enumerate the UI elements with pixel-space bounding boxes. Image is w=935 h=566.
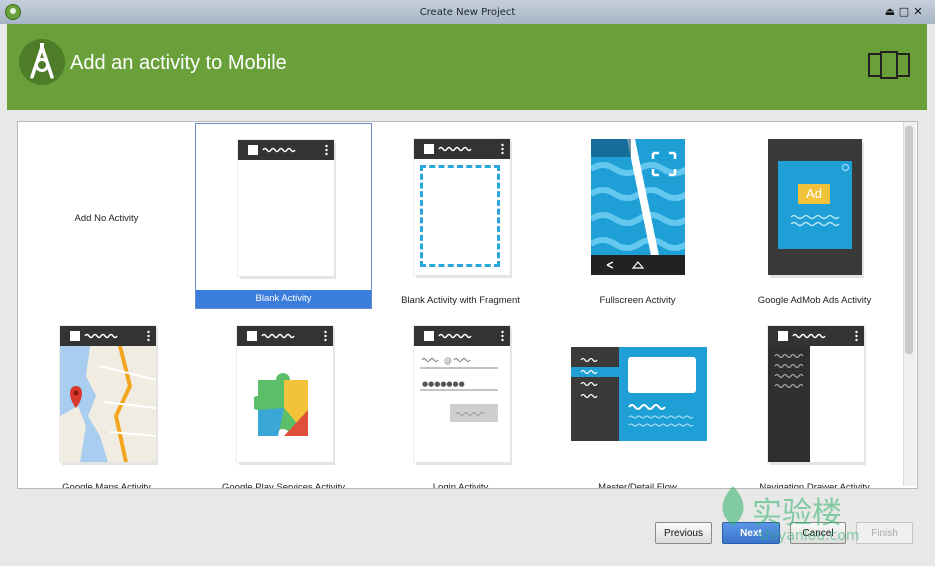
close-window-icon[interactable]: ✕ xyxy=(912,6,924,18)
watermark-text: 实验楼 xyxy=(752,496,842,531)
shiyanlou-watermark: 实验楼 shiyanlou.com xyxy=(716,484,891,546)
tile-blank-activity-with-fragment[interactable]: Blank Activity with Fragment xyxy=(372,123,549,309)
shiyanlou-leaf-icon xyxy=(722,486,744,526)
watermark-url: shiyanlou.com xyxy=(758,528,860,544)
tile-google-maps-activity[interactable]: Google Maps Activity xyxy=(18,309,195,489)
tile-google-play-services-activity[interactable]: Google Play Services Activity xyxy=(195,309,372,489)
tile-label: Blank Activity xyxy=(196,290,371,308)
blank-activity-preview xyxy=(238,140,334,276)
login-preview: @ ●●●●●●● xyxy=(414,326,510,462)
tile-label: Add No Activity xyxy=(74,213,139,224)
window-title-bar: Create New Project ⏏ □ ✕ xyxy=(0,0,935,25)
tile-label: Master/Detail Flow xyxy=(598,482,677,489)
gallery-scrollbar-thumb[interactable] xyxy=(905,126,913,354)
tile-label: Google Maps Activity xyxy=(62,482,151,489)
tile-login-activity[interactable]: @ ●●●●●●● Login Activity xyxy=(372,309,549,489)
tile-navigation-drawer-activity[interactable]: Navigation Drawer Activity xyxy=(726,309,903,488)
admob-preview: Ad xyxy=(768,139,862,275)
android-studio-logo-icon xyxy=(19,39,65,85)
svg-text:●●●●●●●: ●●●●●●● xyxy=(422,380,465,388)
maximize-window-icon[interactable]: □ xyxy=(898,6,910,18)
master-detail-preview xyxy=(571,347,707,441)
maps-preview xyxy=(60,326,156,462)
tile-master-detail-flow[interactable]: Master/Detail Flow xyxy=(549,309,726,489)
fragment-preview xyxy=(414,139,510,275)
play-services-puzzle-icon xyxy=(254,373,308,436)
svg-text:@: @ xyxy=(444,356,452,365)
tile-fullscreen-activity[interactable]: Fullscreen Activity xyxy=(549,123,726,309)
play-services-preview xyxy=(237,326,333,462)
activity-gallery: Add No Activity Blank Activity Blank Act… xyxy=(17,121,918,489)
tile-google-admob-ads-activity[interactable]: Ad Google AdMob Ads Activity xyxy=(726,123,903,309)
form-factor-device-icon xyxy=(868,51,910,79)
window-title: Create New Project xyxy=(419,7,516,18)
tile-label: Blank Activity with Fragment xyxy=(401,295,520,306)
ad-badge: Ad xyxy=(798,184,830,204)
tile-blank-activity[interactable]: Blank Activity xyxy=(195,123,372,309)
navigation-drawer-preview xyxy=(768,326,864,462)
shade-window-icon[interactable]: ⏏ xyxy=(884,6,896,18)
fullscreen-preview xyxy=(591,139,685,275)
tile-label: Fullscreen Activity xyxy=(599,295,676,306)
tile-add-no-activity[interactable]: Add No Activity xyxy=(18,123,195,309)
header-title: Add an activity to Mobile xyxy=(70,52,287,74)
tile-label: Login Activity xyxy=(432,482,489,489)
tile-label: Google AdMob Ads Activity xyxy=(757,295,872,306)
tile-label: Google Play Services Activity xyxy=(221,482,346,489)
previous-button[interactable]: Previous xyxy=(655,522,712,544)
